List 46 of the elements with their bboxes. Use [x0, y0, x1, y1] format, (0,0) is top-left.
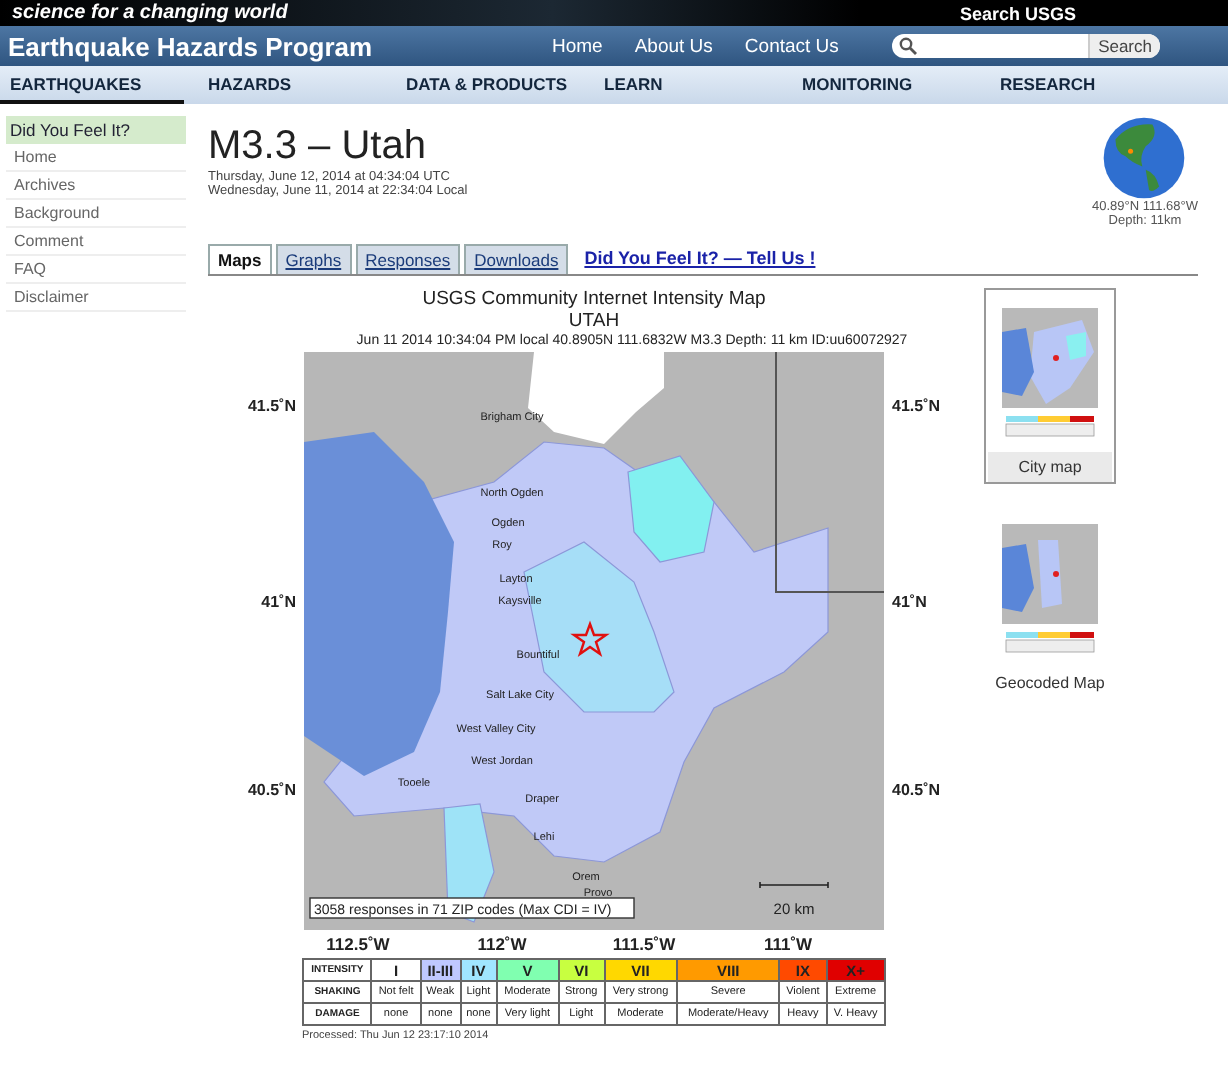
map-region: UTAH [568, 310, 620, 332]
latitude-label: 41˚N [892, 593, 927, 611]
sidebar-item[interactable]: Archives [6, 172, 186, 200]
site-title: Earthquake Hazards Program [6, 31, 375, 61]
sidebar-item[interactable]: Comment [6, 228, 186, 256]
sidebar-item[interactable]: FAQ [6, 256, 186, 284]
tell-us-link[interactable]: Did You Feel It? — Tell Us ! [584, 248, 816, 268]
map-thumbnail[interactable]: City map [984, 288, 1116, 484]
sidebar-item[interactable]: Home [6, 144, 186, 172]
nav-tab[interactable]: DATA & PRODUCTS [396, 66, 594, 104]
search-field[interactable]: Search [892, 34, 1160, 58]
nav-tab[interactable]: HAZARDS [198, 66, 396, 104]
nav-tab[interactable]: EARTHQUAKES [0, 66, 184, 104]
nav-tab[interactable]: RESEARCH [990, 66, 1188, 104]
search-usgs-label: Search USGS [959, 1, 1078, 25]
sidebar-title: Did You Feel It? [6, 116, 186, 144]
tab[interactable]: Graphs [275, 244, 352, 274]
scale-bar [759, 881, 829, 889]
nav-tab[interactable]: LEARN [594, 66, 792, 104]
longitude-label: 112˚W [477, 934, 527, 954]
unmapped-area [528, 352, 664, 444]
epicenter-star-icon [570, 620, 610, 658]
tab[interactable]: Responses [355, 244, 461, 274]
event-title: M3.3 – Utah [208, 124, 428, 170]
search-button[interactable]: Search [1088, 34, 1160, 58]
longitude-label: 112.5˚W [326, 934, 390, 954]
sidebar-item[interactable]: Disclaimer [6, 284, 186, 312]
search-icon [898, 36, 918, 56]
thumbnail-caption: City map [988, 452, 1112, 482]
sidebar-item[interactable]: Background [6, 200, 186, 228]
nav-tab[interactable]: MONITORING [792, 66, 990, 104]
thumbnail-caption: Geocoded Map [993, 672, 1107, 696]
tab[interactable]: Downloads [464, 244, 569, 274]
tab[interactable]: Maps [208, 244, 272, 274]
header-link[interactable]: About Us [634, 35, 713, 57]
latitude-label: 41.5˚N [892, 397, 941, 415]
latitude-label: 40.5˚N [892, 781, 941, 799]
longitude-label: 111.5˚W [612, 934, 676, 954]
header-link[interactable]: Home [552, 35, 603, 57]
tagline: science for a changing world [10, 0, 288, 26]
latitude-label: 41.5˚N [247, 397, 296, 415]
latitude-label: 40.5˚N [247, 781, 296, 799]
header-link[interactable]: Contact Us [744, 35, 839, 57]
longitude-label: 111˚W [763, 934, 813, 954]
map-title: USGS Community Internet Intensity Map [422, 288, 766, 310]
latitude-label: 41˚N [261, 593, 296, 611]
